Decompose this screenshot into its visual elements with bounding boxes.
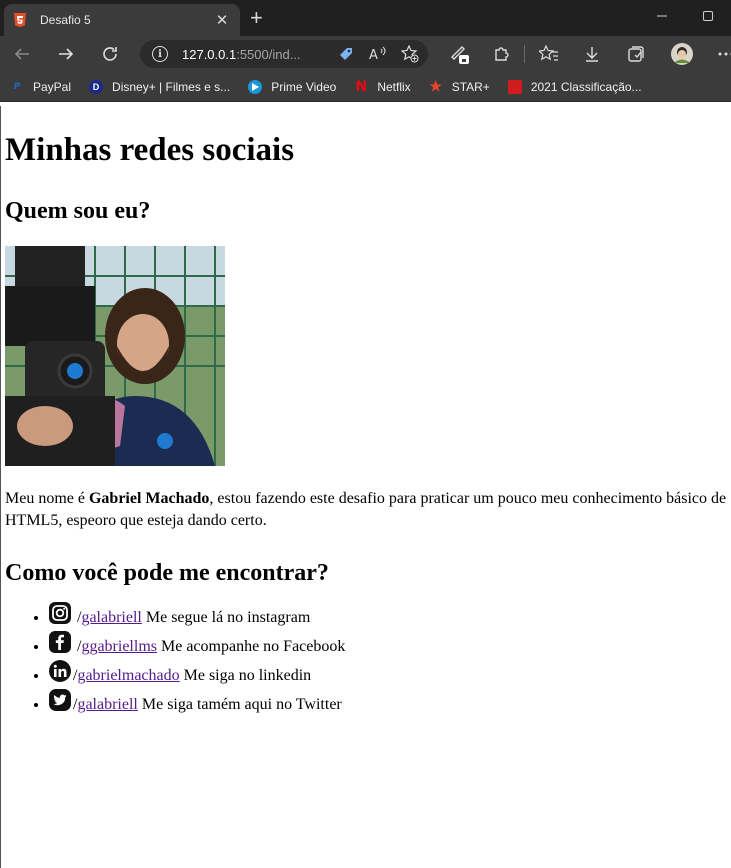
tab-title: Desafio 5 xyxy=(40,13,91,27)
html5-icon xyxy=(14,13,26,27)
bio-text-before: Meu nome é xyxy=(5,490,89,507)
instagram-icon xyxy=(49,602,71,624)
new-tab-button[interactable]: + xyxy=(250,7,263,29)
bookmark-prime-video[interactable]: Prime Video xyxy=(248,79,337,94)
twitter-icon xyxy=(49,689,71,711)
address-bar-actions: A xyxy=(336,44,420,64)
reload-icon xyxy=(103,47,117,61)
author-name: Gabriel Machado xyxy=(88,490,210,507)
address-bar[interactable]: i 127.0.0.1:5500/ind... A xyxy=(140,40,428,68)
netflix-icon: N xyxy=(355,78,368,95)
social-text: Me siga tamém aqui no Twitter xyxy=(137,696,342,713)
list-item: /ggabriellms Me acompanhe no Facebook xyxy=(49,631,731,660)
bookmark-label: 2021 Classificação... xyxy=(530,79,642,94)
back-button[interactable] xyxy=(8,40,36,68)
linkedin-link[interactable]: gabrielmachado xyxy=(77,667,179,684)
social-list: /galabriell Me segue lá no instagram /gg… xyxy=(5,602,731,718)
minimize-icon xyxy=(657,15,667,17)
facebook-icon xyxy=(49,631,71,653)
svg-text:A: A xyxy=(369,48,378,62)
collections-button[interactable] xyxy=(622,40,650,68)
list-item: /galabriell Me siga tamém aqui no Twitte… xyxy=(49,689,731,718)
disney-icon: D xyxy=(89,79,104,94)
add-favorite-icon[interactable] xyxy=(400,44,420,64)
reload-button[interactable] xyxy=(96,40,124,68)
bookmark-label: Disney+ | Filmes e s... xyxy=(112,79,231,94)
social-text: Me segue lá no instagram xyxy=(141,609,311,626)
bio-paragraph: Meu nome é Gabriel Machado, estou fazend… xyxy=(5,488,730,532)
prime-video-icon xyxy=(248,79,263,94)
read-aloud-icon[interactable]: A xyxy=(368,44,388,64)
toolbar-divider xyxy=(524,45,525,63)
about-heading: Quem sou eu? xyxy=(5,198,151,224)
star-icon: ★ xyxy=(429,78,442,94)
favorites-icon xyxy=(539,45,558,61)
download-icon xyxy=(586,47,598,62)
url-path: :5500/ind... xyxy=(236,46,301,62)
folder-icon xyxy=(507,79,522,94)
bookmark-label: Netflix xyxy=(377,79,411,94)
web-page: Minhas redes sociais Quem sou eu? Meu no… xyxy=(0,106,731,868)
bookmark-classificacao[interactable]: 2021 Classificação... xyxy=(507,79,642,94)
window-controls xyxy=(639,0,731,32)
maximize-button[interactable] xyxy=(685,0,731,32)
browser-toolbar: i 127.0.0.1:5500/ind... A xyxy=(0,36,731,72)
social-text: Me siga no linkedin xyxy=(179,667,312,684)
extension-button[interactable] xyxy=(446,40,474,68)
arrow-left-icon xyxy=(14,48,29,60)
url-host: 127.0.0.1 xyxy=(182,46,237,62)
facebook-link[interactable]: ggabriellms xyxy=(81,638,157,655)
url-text: 127.0.0.1:5500/ind... xyxy=(182,47,301,62)
paypal-icon: P xyxy=(13,81,21,92)
info-icon[interactable]: i xyxy=(152,46,168,62)
tag-icon[interactable] xyxy=(336,44,356,64)
list-item: /galabriell Me segue lá no instagram xyxy=(49,602,731,631)
bookmark-disney[interactable]: D Disney+ | Filmes e s... xyxy=(89,79,231,94)
bookmark-star-plus[interactable]: ★ STAR+ xyxy=(429,78,490,94)
linkedin-icon xyxy=(49,660,71,682)
profile-button[interactable] xyxy=(668,40,696,68)
puzzle-icon xyxy=(495,47,509,61)
twitter-link[interactable]: galabriell xyxy=(77,696,137,713)
browser-tab[interactable]: Desafio 5 ✕ xyxy=(4,4,240,36)
more-icon xyxy=(718,52,731,56)
close-tab-icon[interactable]: ✕ xyxy=(214,11,230,29)
forward-button[interactable] xyxy=(52,40,80,68)
pen-icon xyxy=(451,46,469,64)
favorites-button[interactable] xyxy=(535,40,563,68)
profile-photo xyxy=(5,246,225,466)
bookmark-netflix[interactable]: N Netflix xyxy=(354,78,411,95)
list-item: /gabrielmachado Me siga no linkedin xyxy=(49,660,731,689)
page-title: Minhas redes sociais xyxy=(5,132,295,168)
arrow-right-icon xyxy=(59,48,74,60)
extensions-button[interactable] xyxy=(488,40,516,68)
title-bar: Desafio 5 ✕ + xyxy=(0,0,731,36)
bookmark-paypal[interactable]: P PayPal xyxy=(10,80,71,94)
minimize-button[interactable] xyxy=(639,0,685,32)
bookmarks-bar: P PayPal D Disney+ | Filmes e s... Prime… xyxy=(0,72,731,102)
contact-heading: Como você pode me encontrar? xyxy=(5,560,329,586)
bookmark-label: Prime Video xyxy=(271,79,337,94)
bookmark-label: PayPal xyxy=(33,79,72,94)
avatar xyxy=(671,43,693,65)
social-text: Me acompanhe no Facebook xyxy=(157,638,346,655)
downloads-button[interactable] xyxy=(578,40,606,68)
bookmark-label: STAR+ xyxy=(451,79,490,94)
more-options-button[interactable] xyxy=(712,40,731,68)
instagram-link[interactable]: galabriell xyxy=(81,609,141,626)
collections-icon xyxy=(628,46,644,62)
maximize-icon xyxy=(703,11,713,21)
